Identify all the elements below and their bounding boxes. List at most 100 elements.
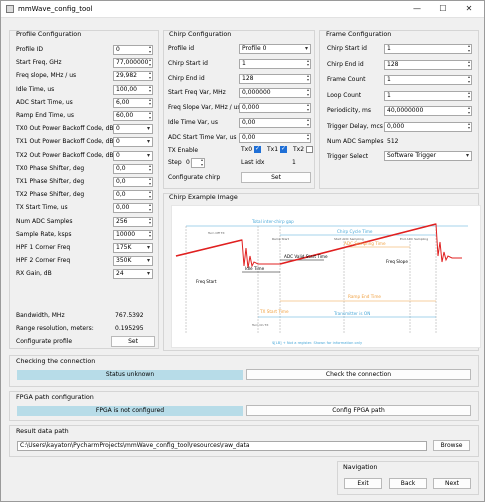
configure-chirp-label: Configurate chirp bbox=[168, 174, 221, 181]
end-adc-label: End ADC Sampling bbox=[400, 237, 428, 241]
back-button[interactable]: Back bbox=[389, 478, 427, 489]
trigger-select-dropdown[interactable]: Software Trigger bbox=[384, 151, 472, 161]
profile-row-field[interactable]: 6,00 bbox=[113, 97, 153, 108]
profile-row-field[interactable]: 0 bbox=[113, 124, 153, 135]
step-label: Step bbox=[168, 159, 182, 166]
check-connection-button[interactable]: Check the connection bbox=[246, 369, 471, 380]
frame-row-label: Chirp Start id bbox=[327, 45, 367, 52]
profile-row-field[interactable]: 350K bbox=[113, 256, 153, 267]
chirp-row-label: Idle Time Var, us bbox=[168, 119, 218, 126]
frame-row-field[interactable]: 40,0000000 bbox=[384, 106, 472, 116]
profile-row-field[interactable]: 0,0 bbox=[113, 163, 153, 174]
chirp-row-label: ADC Start Time Var, us bbox=[168, 133, 237, 141]
chirp-row-label: Profile id bbox=[168, 45, 195, 52]
exit-button[interactable]: Exit bbox=[344, 478, 382, 489]
browse-button[interactable]: Browse bbox=[433, 440, 470, 451]
main-window: mmWave_config_tool — ☐ ✕ Profile Configu… bbox=[0, 0, 485, 502]
last-idx-label: Last idx bbox=[241, 159, 265, 166]
frame-row-field[interactable]: 128 bbox=[384, 59, 472, 70]
diagram-footnote: $[LB] + Not a register. Shown for inform… bbox=[272, 341, 363, 345]
tx0-check-icon bbox=[254, 145, 262, 153]
profile-row-field[interactable]: 0 bbox=[113, 45, 153, 55]
range-resolution-value: 0.195295 bbox=[115, 325, 144, 332]
profile-row-label: Profile ID bbox=[16, 46, 43, 53]
frame-row-field[interactable]: 0,000 bbox=[384, 121, 472, 132]
configure-profile-label: Configurate profile bbox=[16, 338, 73, 345]
total-gap-label: Total inter-chirp gap bbox=[251, 219, 294, 224]
tx1-checkbox[interactable]: Tx1 bbox=[267, 145, 288, 153]
fpga-status: FPGA is not configured bbox=[17, 406, 243, 416]
profile-row-field[interactable]: 60,00 bbox=[113, 111, 153, 121]
ramp-start-label: Ramp Start bbox=[272, 237, 290, 241]
turn-off-tx-label: Turn Off TX bbox=[207, 231, 225, 235]
chirp-row-field[interactable]: 0,000 bbox=[239, 103, 311, 114]
profile-row-field[interactable]: 0,0 bbox=[113, 177, 153, 187]
chirp-row-field[interactable]: 128 bbox=[239, 73, 311, 84]
chirp-row-label: Chirp End id bbox=[168, 74, 205, 82]
ramp-end-label: Ramp End Time bbox=[348, 294, 381, 299]
profile-set-button[interactable]: Set bbox=[111, 336, 155, 347]
frame-row-label: Trigger Delay, mcs bbox=[327, 122, 383, 130]
app-icon bbox=[6, 5, 14, 13]
freq-slope-label: Freq Slope bbox=[386, 259, 408, 264]
profile-row-label: Idle Time, us bbox=[16, 85, 55, 93]
frame-row-field[interactable]: 1 bbox=[384, 75, 472, 85]
chirp-row-field[interactable]: 1 bbox=[239, 58, 311, 69]
tx-enable-label: TX Enable bbox=[168, 147, 199, 154]
bandwidth-label: Bandwidth, MHz bbox=[16, 312, 65, 319]
frame-row-label: Loop Count bbox=[327, 91, 362, 99]
tx2-checkbox[interactable]: Tx2 bbox=[293, 146, 314, 153]
result-title: Result data path bbox=[16, 427, 69, 435]
profile-row-field[interactable]: 0 bbox=[113, 137, 153, 148]
next-button[interactable]: Next bbox=[433, 478, 471, 489]
title-bar: mmWave_config_tool — ☐ ✕ bbox=[1, 1, 484, 18]
tx1-check-icon bbox=[280, 145, 288, 153]
profile-row-label: Num ADC Samples bbox=[16, 217, 73, 225]
frame-num-adc-label: Num ADC Samples bbox=[327, 138, 384, 145]
transmitter-on-label: Transmitter is ON bbox=[333, 311, 370, 316]
profile-row-field[interactable]: 256 bbox=[113, 216, 153, 227]
profile-row-label: TX0 Out Power Backoff Code, dB bbox=[16, 125, 114, 133]
profile-row-field[interactable]: 77,000000 bbox=[113, 58, 153, 69]
freq-start-label: Freq Start bbox=[196, 279, 217, 284]
config-fpga-button[interactable]: Config FPGA path bbox=[246, 405, 471, 416]
chirp-row-field[interactable]: 0,00 bbox=[239, 132, 311, 143]
profile-row-label: TX Start Time, us bbox=[16, 204, 68, 212]
profile-row-label: Sample Rate, ksps bbox=[16, 230, 72, 238]
frame-row-field[interactable]: 1 bbox=[384, 44, 472, 54]
chirp-row-field[interactable]: 0,00 bbox=[239, 118, 311, 128]
bandwidth-value: 767.5392 bbox=[115, 312, 144, 319]
tx0-checkbox[interactable]: Tx0 bbox=[241, 145, 262, 153]
profile-row-field[interactable]: 29,982 bbox=[113, 71, 153, 82]
tx-start-label: TX Start Time bbox=[259, 309, 289, 314]
profile-row-field[interactable]: 100,00 bbox=[113, 84, 153, 95]
frame-row-field[interactable]: 1 bbox=[384, 90, 472, 101]
maximize-icon[interactable]: ☐ bbox=[430, 1, 456, 18]
adc-valid-label: ADC Valid Start Time bbox=[284, 254, 328, 259]
profile-row-label: Freq slope, MHz / us bbox=[16, 72, 77, 80]
step-stepper[interactable] bbox=[191, 158, 205, 168]
window-title: mmWave_config_tool bbox=[18, 5, 93, 13]
chirp-row-label: Start Freq Var, MHz bbox=[168, 89, 226, 97]
profile-row-field[interactable]: 0,00 bbox=[113, 203, 153, 214]
navigation-title: Navigation bbox=[343, 463, 378, 471]
profile-row-label: Ramp End Time, us bbox=[16, 112, 75, 119]
result-path-input[interactable]: C:\Users\kayaton\PycharmProjects\mmWave_… bbox=[17, 441, 427, 451]
profile-configuration-title: Profile Configuration bbox=[16, 30, 82, 38]
profile-row-label: TX2 Phase Shifter, deg bbox=[16, 191, 85, 199]
chirp-row-field[interactable]: Profile 0 bbox=[239, 44, 311, 54]
profile-row-field[interactable]: 10000 bbox=[113, 229, 153, 240]
chirp-cycle-label: Chirp Cycle Time bbox=[337, 229, 373, 234]
close-icon[interactable]: ✕ bbox=[456, 1, 482, 18]
profile-row-label: Start Freq, GHz bbox=[16, 59, 62, 67]
minimize-icon[interactable]: — bbox=[404, 1, 430, 18]
profile-row-field[interactable]: 0,0 bbox=[113, 190, 153, 201]
start-adc-label: Start ADC Sampling bbox=[334, 237, 364, 241]
chirp-set-button[interactable]: Set bbox=[241, 172, 311, 183]
profile-row-field[interactable]: 175K bbox=[113, 243, 153, 253]
profile-row-field[interactable]: 24 bbox=[113, 269, 153, 280]
tx2-label: Tx2 bbox=[293, 146, 305, 153]
chirp-row-field[interactable]: 0,000000 bbox=[239, 88, 311, 99]
connection-title: Checking the connection bbox=[16, 357, 96, 365]
profile-row-field[interactable]: 0 bbox=[113, 150, 153, 161]
